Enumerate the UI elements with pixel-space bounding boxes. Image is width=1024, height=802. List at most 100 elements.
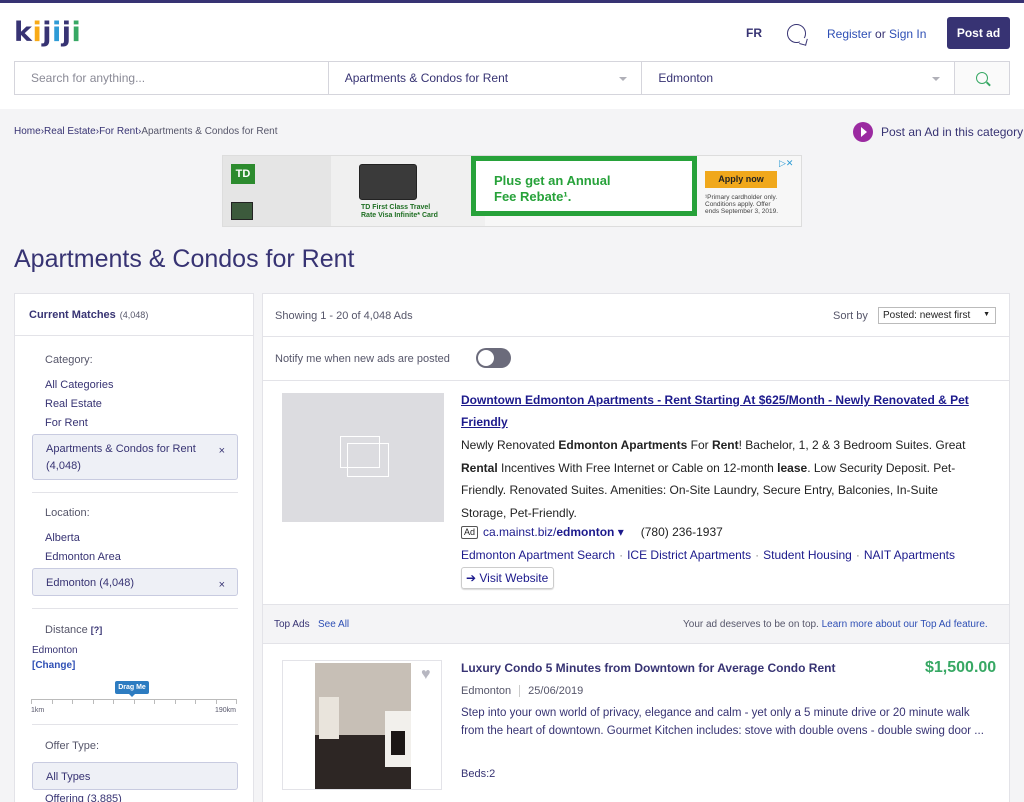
distance-city: Edmonton xyxy=(32,645,78,656)
results-panel: Showing 1 - 20 of 4,048 Ads Sort by Post… xyxy=(262,293,1010,802)
remove-filter-icon[interactable]: × xyxy=(219,443,225,460)
register-link[interactable]: Register xyxy=(827,27,872,41)
listing-photo xyxy=(315,663,411,789)
distance-help-link[interactable]: [?] xyxy=(91,625,103,635)
category-select[interactable]: Apartments & Condos for Rent xyxy=(329,62,643,94)
fine-line: ¹Primary cardholder only. xyxy=(705,194,778,201)
distance-change-link[interactable]: [Change] xyxy=(32,660,75,671)
adchoices-icon[interactable]: ▷✕ xyxy=(779,158,793,169)
auth-or: or xyxy=(875,27,886,41)
sitelink[interactable]: Edmonton Apartment Search xyxy=(461,548,615,562)
logo-letter: i xyxy=(32,17,43,48)
location-item-alberta[interactable]: Alberta xyxy=(45,532,80,544)
tick xyxy=(51,700,53,704)
description-fragment: Incentives With Free Internet or Cable o… xyxy=(497,460,778,475)
search-bar: Search for anything... Apartments & Cond… xyxy=(14,61,1010,95)
offer-type-selected[interactable]: All Types xyxy=(32,762,238,790)
description-fragment: ! Bachelor, 1, 2 & 3 Bedroom Suites. Gre… xyxy=(738,438,966,452)
post-in-category-link[interactable]: Post an Ad in this category xyxy=(853,122,1023,142)
current-matches-label: Current Matches xyxy=(29,309,116,321)
listing-date: 25/06/2019 xyxy=(528,685,584,697)
image-placeholder-icon xyxy=(340,436,389,477)
listing-thumbnail[interactable] xyxy=(282,660,442,790)
category-selected-count: (4,048) xyxy=(46,460,81,472)
sponsored-title-link[interactable]: Downtown Edmonton Apartments - Rent Star… xyxy=(461,389,981,433)
sort-label: Sort by xyxy=(833,310,868,322)
sitelink[interactable]: Student Housing xyxy=(763,548,852,562)
breadcrumb-home[interactable]: Home xyxy=(14,126,41,137)
divider xyxy=(263,380,1009,381)
listing-description: Step into your own world of privacy, ele… xyxy=(461,707,984,737)
page-title: Apartments & Condos for Rent xyxy=(14,245,355,273)
ad-badge: Ad xyxy=(461,525,479,539)
distance-slider-handle[interactable]: Drag Me xyxy=(115,681,149,697)
location-item-edmonton-area[interactable]: Edmonton Area xyxy=(45,551,121,563)
filter-divider xyxy=(32,492,238,493)
photo-door xyxy=(319,697,339,739)
sitelink-sep: · xyxy=(755,548,760,562)
sponsored-url-line: Ad ca.mainst.biz/edmonton ▾ (780) 236-19… xyxy=(461,525,723,539)
search-icon xyxy=(976,72,989,84)
search-input[interactable]: Search for anything... xyxy=(15,62,329,94)
notify-toggle[interactable] xyxy=(476,348,511,368)
logo-letter: j xyxy=(42,17,52,48)
slider-max-label: 190km xyxy=(215,707,237,714)
distance-slider-ticks xyxy=(31,700,237,704)
heart-icon[interactable]: ♥ xyxy=(421,666,431,684)
auth-links: Register or Sign In xyxy=(827,27,926,41)
logo-letter: j xyxy=(61,17,72,48)
breadcrumb-real-estate[interactable]: Real Estate xyxy=(44,126,96,137)
category-item-real-estate[interactable]: Real Estate xyxy=(45,398,102,410)
filter-divider xyxy=(32,608,238,609)
location-selected[interactable]: Edmonton (4,048) × xyxy=(32,568,238,596)
sponsored-description: Newly Renovated Edmonton Apartments For … xyxy=(461,434,981,524)
apply-now-button[interactable]: Apply now xyxy=(705,171,777,188)
kijiji-logo[interactable]: kijiji xyxy=(14,17,81,48)
sort-select[interactable]: Posted: newest first xyxy=(878,307,996,324)
chat-icon[interactable] xyxy=(787,24,806,43)
tick xyxy=(195,700,196,704)
category-selected[interactable]: Apartments & Condos for Rent (4,048) × xyxy=(32,434,238,480)
top-ads-label: Top Ads xyxy=(274,619,310,630)
category-item-for-rent[interactable]: For Rent xyxy=(45,417,88,429)
language-toggle[interactable]: FR xyxy=(746,26,762,40)
photo-fireplace xyxy=(385,711,411,767)
location-select-value: Edmonton xyxy=(658,71,714,85)
visit-website-button[interactable]: ➔ Visit Website xyxy=(461,567,554,589)
sitelink-sep: · xyxy=(855,548,860,562)
description-fragment: Newly Renovated xyxy=(461,438,559,452)
sponsored-url[interactable]: ca.mainst.biz/edmonton ▾ xyxy=(483,525,624,539)
location-selected-label: Edmonton (4,048) xyxy=(46,577,135,589)
tick xyxy=(72,700,73,704)
top-ads-learn-more-link[interactable]: Learn more about our Top Ad feature. xyxy=(822,619,988,630)
category-item-all[interactable]: All Categories xyxy=(45,379,113,391)
arrow-circle-icon xyxy=(853,122,873,142)
offer-type-label: Offer Type: xyxy=(45,740,100,752)
post-ad-button[interactable]: Post ad xyxy=(947,17,1010,49)
breadcrumb: Home›Real Estate›For Rent›Apartments & C… xyxy=(14,126,278,137)
card-caption-line: Rate Visa Infinite* Card xyxy=(361,212,438,219)
td-logo: TD xyxy=(231,164,255,184)
location-select[interactable]: Edmonton xyxy=(642,62,956,94)
sponsored-phone[interactable]: (780) 236-1937 xyxy=(641,525,723,539)
tick xyxy=(215,700,217,704)
distance-label: Distance [?] xyxy=(45,624,102,636)
tick xyxy=(113,700,114,704)
logo-letter: i xyxy=(52,17,62,48)
chevron-down-icon xyxy=(932,77,941,81)
offer-type-offering[interactable]: Offering (3,885) xyxy=(45,793,122,802)
listing-title-link[interactable]: Luxury Condo 5 Minutes from Downtown for… xyxy=(461,661,835,675)
sitelink[interactable]: ICE District Apartments xyxy=(627,548,751,562)
sitelink[interactable]: NAIT Apartments xyxy=(864,548,955,562)
remove-filter-icon[interactable]: × xyxy=(219,577,225,594)
ad-left-panel: TD xyxy=(223,156,331,226)
listing-price: $1,500.00 xyxy=(925,659,997,676)
url-prefix: ca.mainst.biz/ xyxy=(483,525,557,539)
banner-ad[interactable]: TD TD First Class Travel Rate Visa Infin… xyxy=(222,155,802,227)
search-button[interactable] xyxy=(955,62,1009,94)
top-ads-see-all-link[interactable]: See All xyxy=(318,619,349,630)
sign-in-link[interactable]: Sign In xyxy=(889,27,926,41)
category-select-value: Apartments & Condos for Rent xyxy=(344,71,509,85)
offer-type-selected-label: All Types xyxy=(46,771,91,783)
breadcrumb-for-rent[interactable]: For Rent xyxy=(99,126,138,137)
